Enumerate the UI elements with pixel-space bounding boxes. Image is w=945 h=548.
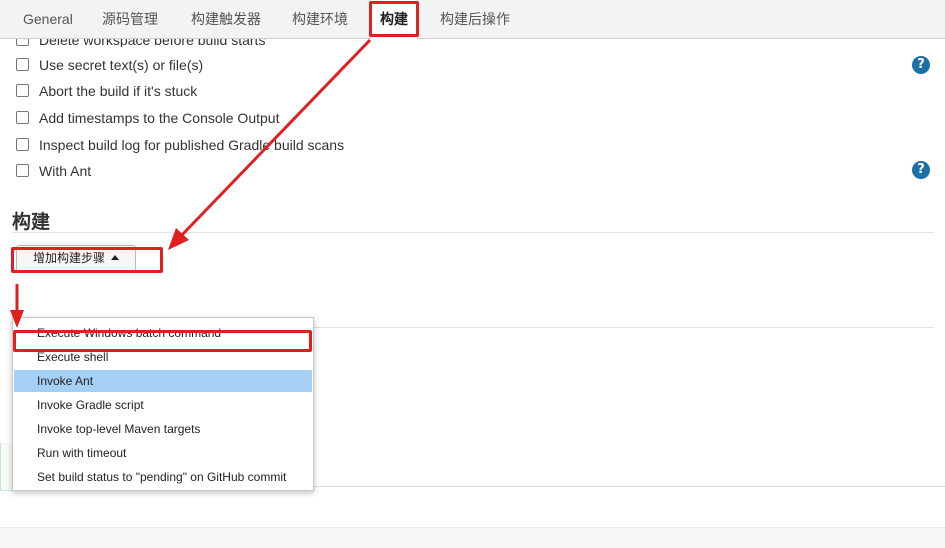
menu-item-set-github-status[interactable]: Set build status to "pending" on GitHub … <box>14 466 312 488</box>
option-label: With Ant <box>39 163 92 179</box>
menu-item-invoke-gradle[interactable]: Invoke Gradle script <box>14 394 312 416</box>
footer-strip <box>0 527 945 548</box>
option-label: Inspect build log for published Gradle b… <box>39 137 345 153</box>
tab-source-code-management[interactable]: 源码管理 <box>102 0 158 39</box>
menu-item-invoke-ant[interactable]: Invoke Ant <box>14 370 312 392</box>
help-icon[interactable]: ? <box>912 56 930 74</box>
option-label: Delete workspace before build starts <box>39 39 266 47</box>
tab-build-triggers[interactable]: 构建触发器 <box>191 0 261 39</box>
config-tab-bar: General 源码管理 构建触发器 构建环境 构建 构建后操作 <box>0 0 945 40</box>
help-icon[interactable]: ? <box>912 161 930 179</box>
option-label: Add timestamps to the Console Output <box>39 110 280 126</box>
menu-item-invoke-maven[interactable]: Invoke top-level Maven targets <box>14 418 312 440</box>
tab-general[interactable]: General <box>23 0 73 39</box>
delete-workspace-checkbox[interactable] <box>16 39 29 46</box>
add-timestamps-checkbox[interactable] <box>16 111 29 124</box>
inspect-gradle-log-checkbox[interactable] <box>16 138 29 151</box>
add-build-step-button[interactable]: 增加构建步骤 <box>16 245 136 272</box>
menu-item-execute-windows-batch[interactable]: Execute Windows batch command <box>14 322 312 344</box>
option-delete-workspace: Delete workspace before build starts <box>16 39 316 47</box>
option-label: Abort the build if it's stuck <box>39 83 198 99</box>
section-divider <box>12 232 934 233</box>
abort-if-stuck-checkbox[interactable] <box>16 84 29 97</box>
section-divider <box>314 327 934 328</box>
build-step-dropdown: Execute Windows batch command Execute sh… <box>12 317 314 491</box>
tab-post-build-actions[interactable]: 构建后操作 <box>440 0 510 39</box>
build-section-title: 构建 <box>12 212 51 233</box>
jenkins-job-config-page: General 源码管理 构建触发器 构建环境 构建 构建后操作 Delete … <box>0 0 945 548</box>
use-secret-text-checkbox[interactable] <box>16 58 29 71</box>
caret-up-icon <box>111 255 119 260</box>
menu-item-execute-shell[interactable]: Execute shell <box>14 346 312 368</box>
menu-item-run-with-timeout[interactable]: Run with timeout <box>14 442 312 464</box>
tab-build[interactable]: 构建 <box>370 0 418 40</box>
add-build-step-label: 增加构建步骤 <box>32 251 105 265</box>
option-label: Use secret text(s) or file(s) <box>39 57 204 73</box>
config-content: Delete workspace before build starts Use… <box>0 39 945 491</box>
with-ant-checkbox[interactable] <box>16 164 29 177</box>
tab-build-environment[interactable]: 构建环境 <box>292 0 348 39</box>
